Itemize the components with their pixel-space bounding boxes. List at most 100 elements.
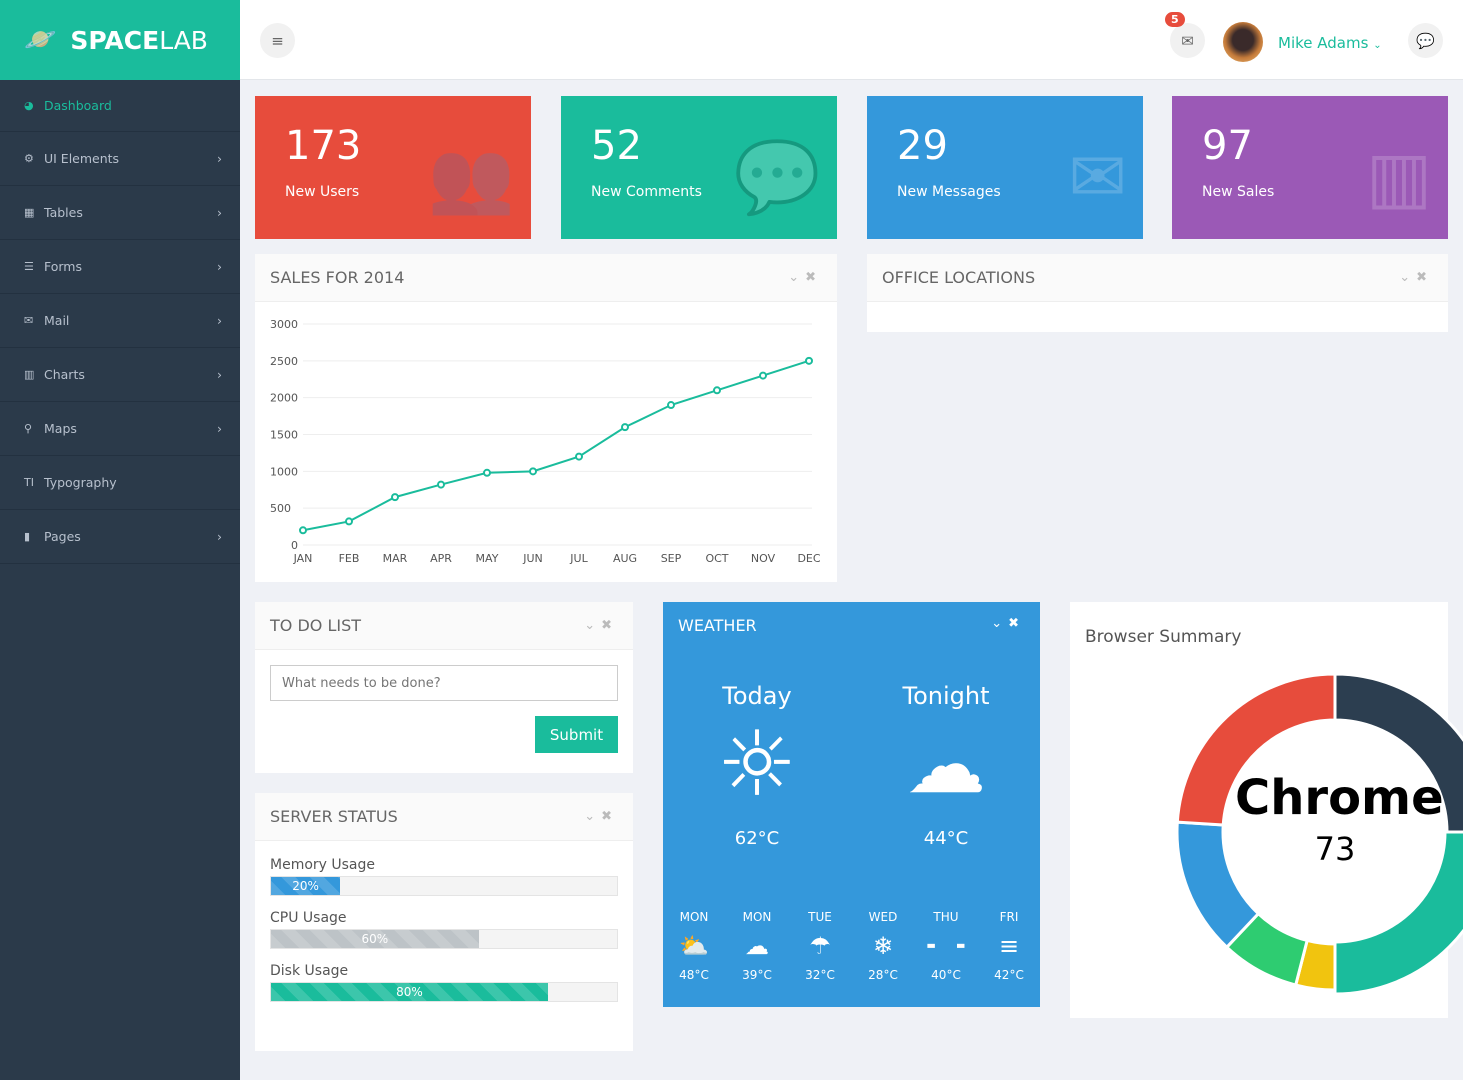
avatar[interactable] bbox=[1223, 22, 1263, 62]
progress-fill: 60% bbox=[271, 930, 479, 948]
menu-toggle-button[interactable]: ≡ bbox=[260, 23, 295, 58]
collapse-icon[interactable]: ⌄ bbox=[584, 618, 601, 633]
data-point bbox=[391, 493, 399, 502]
sidebar-item-forms[interactable]: ☰ Forms › bbox=[0, 240, 240, 294]
stat-bg-icon: 💬 bbox=[733, 136, 821, 218]
weather-icon: ☁ bbox=[745, 932, 769, 960]
chat-button[interactable]: 💬 bbox=[1408, 23, 1443, 58]
envelope-icon: ✉ bbox=[24, 314, 34, 327]
data-point bbox=[621, 423, 629, 432]
sidebar-item-maps[interactable]: ⚲ Maps › bbox=[0, 402, 240, 456]
x-tick-label: FEB bbox=[339, 552, 360, 565]
weather-icon: ╸ ╺ bbox=[927, 932, 965, 960]
list-icon: ☰ bbox=[24, 260, 34, 273]
sidebar-item-label: Pages bbox=[44, 529, 81, 544]
data-point bbox=[529, 467, 537, 476]
sun-icon: ☼ bbox=[716, 712, 798, 817]
planet-icon: 🪐 bbox=[24, 25, 57, 55]
weather-icon: ☂ bbox=[809, 932, 831, 960]
day-temp: 42°C bbox=[994, 968, 1024, 982]
dashboard-icon: ◕ bbox=[24, 99, 34, 112]
close-icon[interactable]: ✖ bbox=[1416, 270, 1433, 285]
x-tick-label: JUL bbox=[569, 552, 588, 565]
day-temp: 48°C bbox=[679, 968, 709, 982]
data-point bbox=[345, 517, 353, 526]
stat-card-new-comments[interactable]: 52 New Comments 💬 bbox=[561, 96, 837, 239]
today-temp: 62°C bbox=[734, 828, 780, 849]
data-point bbox=[299, 526, 307, 535]
y-tick-label: 2000 bbox=[270, 392, 298, 405]
collapse-icon[interactable]: ⌄ bbox=[1399, 270, 1416, 285]
sidebar-item-ui-elements[interactable]: ⚙ UI Elements › bbox=[0, 132, 240, 186]
weather-icon: ≡ bbox=[998, 932, 1020, 960]
progress-fill: 80% bbox=[271, 983, 548, 1001]
todo-input[interactable] bbox=[270, 665, 618, 701]
donut-center-label: Chrome bbox=[1235, 770, 1444, 826]
day-temp: 40°C bbox=[931, 968, 961, 982]
stat-bg-icon: ✉ bbox=[1068, 136, 1127, 218]
close-icon[interactable]: ✖ bbox=[601, 618, 618, 633]
tonight-label: Tonight bbox=[902, 682, 990, 710]
collapse-icon[interactable]: ⌄ bbox=[788, 270, 805, 285]
todo-panel: TO DO LIST ⌄✖ Submit bbox=[255, 602, 633, 773]
y-tick-label: 2500 bbox=[270, 355, 298, 368]
close-icon[interactable]: ✖ bbox=[601, 809, 618, 824]
server-stat: Memory Usage 20% bbox=[270, 857, 618, 896]
x-tick-label: OCT bbox=[705, 552, 728, 565]
forecast-day: THU ╸ ╺ 40°C bbox=[916, 910, 976, 982]
chevron-right-icon: › bbox=[217, 205, 222, 220]
close-icon[interactable]: ✖ bbox=[805, 270, 822, 285]
stat-card-new-users[interactable]: 173 New Users 👥 bbox=[255, 96, 531, 239]
topbar: ≡ ✉ 5 Mike Adams ⌄ 💬 bbox=[240, 0, 1463, 80]
close-icon[interactable]: ✖ bbox=[1008, 616, 1025, 631]
data-point bbox=[805, 356, 813, 365]
brand-logo[interactable]: 🪐 SPACE LAB bbox=[0, 0, 240, 80]
mail-badge: 5 bbox=[1165, 12, 1185, 27]
chevron-right-icon: › bbox=[217, 529, 222, 544]
server-status-panel: SERVER STATUS ⌄✖ Memory Usage 20% CPU Usage… bbox=[255, 793, 633, 1051]
x-tick-label: NOV bbox=[751, 552, 776, 565]
stat-card-new-messages[interactable]: 29 New Messages ✉ bbox=[867, 96, 1143, 239]
x-tick-label: AUG bbox=[613, 552, 637, 565]
hamburger-icon: ≡ bbox=[271, 31, 284, 50]
sidebar-item-charts[interactable]: ▥ Charts › bbox=[0, 348, 240, 402]
day-temp: 28°C bbox=[868, 968, 898, 982]
data-point bbox=[759, 371, 767, 380]
y-tick-label: 3000 bbox=[270, 318, 298, 331]
submit-button[interactable]: Submit bbox=[535, 716, 618, 753]
chevron-right-icon: › bbox=[217, 259, 222, 274]
y-tick-label: 500 bbox=[270, 502, 291, 515]
day-temp: 32°C bbox=[805, 968, 835, 982]
x-tick-label: SEP bbox=[661, 552, 682, 565]
tonight-temp: 44°C bbox=[923, 828, 969, 849]
today-label: Today bbox=[722, 682, 792, 710]
sidebar-item-label: Maps bbox=[44, 421, 77, 436]
x-tick-label: MAY bbox=[476, 552, 499, 565]
mail-button[interactable]: ✉ bbox=[1170, 23, 1205, 58]
data-point bbox=[667, 401, 675, 410]
y-tick-label: 1000 bbox=[270, 465, 298, 478]
progress-fill: 20% bbox=[271, 877, 341, 895]
weather-icon: ⛅ bbox=[679, 932, 709, 960]
chevron-right-icon: › bbox=[217, 367, 222, 382]
weather-icon: ❄ bbox=[872, 932, 894, 960]
panel-title: SERVER STATUS bbox=[270, 807, 398, 826]
sidebar-item-typography[interactable]: TI Typography bbox=[0, 456, 240, 510]
sidebar-item-mail[interactable]: ✉ Mail › bbox=[0, 294, 240, 348]
collapse-icon[interactable]: ⌄ bbox=[584, 809, 601, 824]
progress-bar: 20% bbox=[270, 876, 618, 896]
sidebar-item-pages[interactable]: ▮ Pages › bbox=[0, 510, 240, 564]
data-point bbox=[437, 480, 445, 489]
text-icon: TI bbox=[24, 476, 34, 489]
sidebar-item-tables[interactable]: ▦ Tables › bbox=[0, 186, 240, 240]
stat-card-new-sales[interactable]: 97 New Sales ▥ bbox=[1172, 96, 1448, 239]
collapse-icon[interactable]: ⌄ bbox=[991, 616, 1008, 631]
series-line bbox=[302, 359, 810, 532]
stat-label: Memory Usage bbox=[270, 857, 376, 873]
brand-light: LAB bbox=[159, 25, 208, 55]
server-stat: CPU Usage 60% bbox=[270, 910, 618, 949]
user-menu[interactable]: Mike Adams ⌄ bbox=[1278, 34, 1382, 52]
panel-title: OFFICE LOCATIONS bbox=[882, 268, 1036, 287]
progress-bar: 80% bbox=[270, 982, 618, 1002]
sidebar-item-dashboard[interactable]: ◕ Dashboard bbox=[0, 80, 240, 132]
